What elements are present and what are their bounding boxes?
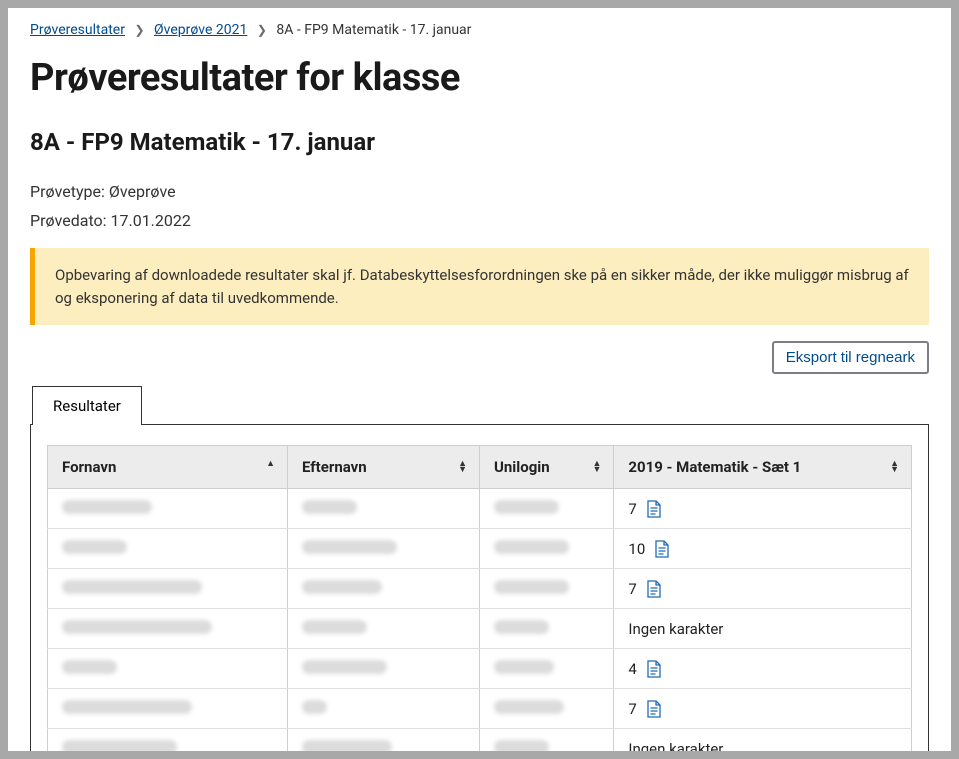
sort-icon: ▲▼ [592,461,601,473]
redacted-text [494,740,549,752]
meta-date: Prøvedato: 17.01.2022 [30,211,929,230]
redacted-cell [48,609,288,649]
redacted-text [302,500,357,514]
redacted-text [62,740,177,752]
redacted-text [62,620,212,634]
redacted-text [62,700,192,714]
redacted-text [494,700,564,714]
redacted-text [302,740,392,752]
redacted-cell [288,729,480,752]
col-header-efternavn[interactable]: Efternavn ▲▼ [288,446,480,489]
redacted-cell [480,609,614,649]
score-cell: 7 [614,569,912,609]
col-header-fornavn[interactable]: Fornavn ▲▼ [48,446,288,489]
col-label: Unilogin [494,458,550,476]
score-value: 7 [628,700,636,718]
score-value: Ingen karakter [628,620,723,638]
redacted-cell [480,649,614,689]
score-cell: 10 [614,529,912,569]
redacted-cell [288,609,480,649]
results-table-container: Fornavn ▲▼ Efternavn ▲▼ Unilogin [30,424,929,751]
col-label: Fornavn [62,458,116,476]
score-cell: Ingen karakter [614,729,912,752]
sort-icon: ▲▼ [266,461,275,473]
col-header-unilogin[interactable]: Unilogin ▲▼ [480,446,614,489]
score-value: Ingen karakter [628,740,723,752]
warning-banner: Opbevaring af downloadede resultater ska… [30,248,929,325]
redacted-text [494,580,569,594]
table-row: 7 [48,689,912,729]
redacted-text [302,660,387,674]
action-bar: Eksport til regneark [30,341,929,374]
redacted-cell [288,689,480,729]
redacted-text [302,580,382,594]
document-icon[interactable] [647,580,661,598]
breadcrumb: Prøveresultater ❯ Øveprøve 2021 ❯ 8A - F… [30,22,929,38]
table-row: 7 [48,489,912,529]
redacted-text [62,660,117,674]
score-value: 4 [628,660,636,678]
redacted-text [302,620,367,634]
breadcrumb-link-1[interactable]: Prøveresultater [30,22,125,38]
document-icon[interactable] [655,540,669,558]
breadcrumb-link-2[interactable]: Øveprøve 2021 [154,22,247,38]
document-icon[interactable] [647,700,661,718]
score-cell: Ingen karakter [614,609,912,649]
redacted-cell [480,689,614,729]
redacted-cell [288,569,480,609]
col-label: 2019 - Matematik - Sæt 1 [628,458,801,476]
redacted-text [62,540,127,554]
score-cell: 7 [614,489,912,529]
table-row: Ingen karakter [48,609,912,649]
sort-icon: ▲▼ [458,461,467,473]
redacted-text [494,500,559,514]
table-row: 4 [48,649,912,689]
breadcrumb-current: 8A - FP9 Matematik - 17. januar [276,22,471,38]
col-header-score[interactable]: 2019 - Matematik - Sæt 1 ▲▼ [614,446,912,489]
redacted-cell [288,529,480,569]
redacted-text [494,540,569,554]
results-table: Fornavn ▲▼ Efternavn ▲▼ Unilogin [47,445,912,751]
redacted-cell [480,729,614,752]
redacted-cell [480,569,614,609]
redacted-text [494,660,554,674]
redacted-cell [288,489,480,529]
redacted-cell [288,649,480,689]
redacted-text [494,620,549,634]
subheading: 8A - FP9 Matematik - 17. januar [30,128,929,156]
table-row: 10 [48,529,912,569]
redacted-cell [48,649,288,689]
document-icon[interactable] [647,660,661,678]
score-value: 10 [628,540,645,558]
sort-icon: ▲▼ [890,461,899,473]
redacted-cell [480,489,614,529]
redacted-cell [48,729,288,752]
page-container: Prøveresultater ❯ Øveprøve 2021 ❯ 8A - F… [8,8,951,751]
score-cell: 7 [614,689,912,729]
table-row: 7 [48,569,912,609]
redacted-cell [48,489,288,529]
tab-bar: Resultater [32,386,929,425]
redacted-cell [48,689,288,729]
tab-resultater[interactable]: Resultater [32,386,142,425]
table-row: Ingen karakter [48,729,912,752]
chevron-right-icon: ❯ [257,23,267,37]
redacted-cell [48,529,288,569]
meta-type: Prøvetype: Øveprøve [30,182,929,201]
page-title: Prøveresultater for klasse [30,56,929,100]
score-value: 7 [628,500,636,518]
document-icon[interactable] [647,500,661,518]
redacted-text [62,580,202,594]
score-value: 7 [628,580,636,598]
chevron-right-icon: ❯ [134,23,144,37]
score-cell: 4 [614,649,912,689]
col-label: Efternavn [302,458,367,476]
redacted-text [302,700,327,714]
export-button[interactable]: Eksport til regneark [772,341,929,374]
redacted-text [62,500,152,514]
redacted-cell [480,529,614,569]
redacted-text [302,540,397,554]
redacted-cell [48,569,288,609]
